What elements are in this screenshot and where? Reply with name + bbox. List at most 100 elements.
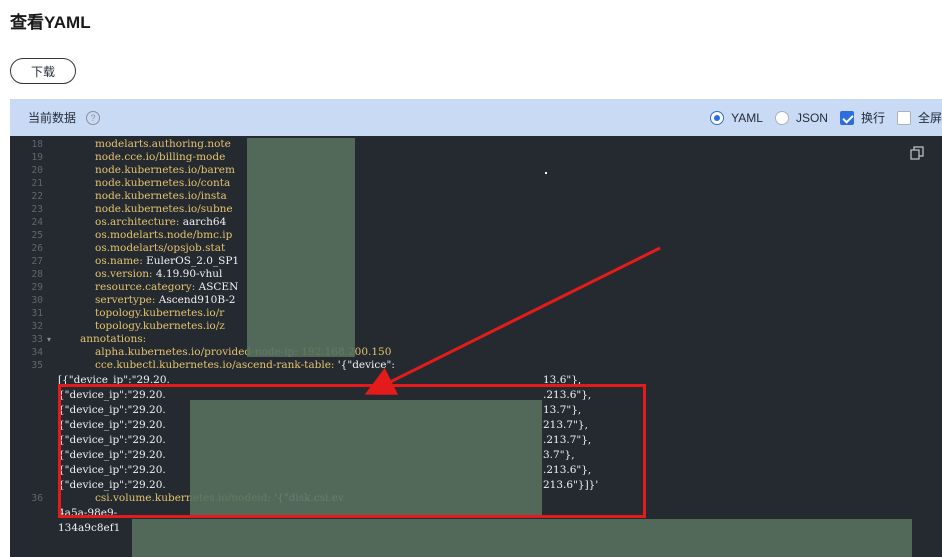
code-line: 30 servertype: Ascend910B-2 [10, 294, 942, 307]
code-key: topology.kubernetes.io/r [95, 307, 225, 319]
editor-toolbar: 当前数据 ? YAML JSON 换行 全屏 [10, 99, 942, 136]
code-key: node.kubernetes.io/conta [95, 177, 231, 189]
code-line: 23 node.kubernetes.io/subne [10, 203, 942, 216]
line-number: 33 [31, 334, 43, 345]
code-text: servertype: Ascend910B-2 [95, 294, 235, 307]
code-key: modelarts.authoring.note [95, 138, 231, 150]
line-number: 25 [31, 230, 43, 241]
code-key: topology.kubernetes.io/z [95, 320, 225, 332]
json-radio-option[interactable]: JSON [774, 110, 828, 125]
code-text: node.cce.io/billing-mode [95, 151, 225, 164]
code-line: 34 alpha.kubernetes.io/provided-node-ip: … [10, 346, 942, 359]
code-line: 25 os.modelarts.node/bmc.ip [10, 229, 942, 242]
redacted-region [132, 519, 912, 557]
code-line: 22 node.kubernetes.io/insta [10, 190, 942, 203]
line-number: 30 [31, 295, 43, 306]
code-line: 24 os.architecture: aarch64 [10, 216, 942, 229]
line-number: 36 [31, 493, 43, 504]
code-key: os.modelarts/opsjob.stat [95, 242, 226, 254]
code-line: 21 node.kubernetes.io/conta [10, 177, 942, 190]
code-value: aarch64 [182, 216, 227, 228]
copy-icon[interactable] [910, 146, 924, 160]
code-key: node.kubernetes.io/subne [95, 203, 233, 215]
page-title: 查看YAML [10, 13, 91, 32]
download-button[interactable]: 下载 [10, 58, 76, 84]
code-text: os.modelarts.node/bmc.ip [95, 229, 232, 242]
code-key: servertype: [95, 294, 159, 306]
code-line: 20 node.kubernetes.io/barem [10, 164, 942, 177]
line-number: 27 [31, 256, 43, 267]
code-text: topology.kubernetes.io/r [95, 307, 224, 320]
code-value: 134a9c8ef1 [58, 522, 121, 534]
fullscreen-checkbox[interactable] [896, 110, 911, 125]
code-line: 27 os.name: EulerOS_2.0_SP1 [10, 255, 942, 268]
code-line: 35 cce.kubectl.kubernetes.io/ascend-rank-… [10, 359, 942, 372]
code-text: os.version: 4.19.90-vhul [95, 268, 222, 281]
code-key: node.cce.io/billing-mode [95, 151, 226, 163]
code-value: 4.19.90-vhul [155, 268, 223, 280]
question-circle-icon[interactable]: ? [86, 110, 101, 125]
stray-dot [545, 172, 547, 174]
code-key: os.name: [95, 255, 147, 267]
code-value: '{"device": [337, 359, 395, 371]
line-number: 32 [31, 321, 43, 332]
code-text: modelarts.authoring.note [95, 138, 231, 151]
line-number: 34 [31, 347, 43, 358]
code-value: EulerOS_2.0_SP1 [146, 255, 240, 267]
code-line: 18 modelarts.authoring.note [10, 138, 942, 151]
code-text: os.name: EulerOS_2.0_SP1 [95, 255, 239, 268]
code-line: 28 os.version: 4.19.90-vhul [10, 268, 942, 281]
code-key: node.kubernetes.io/barem [95, 164, 235, 176]
json-radio[interactable] [774, 110, 789, 125]
code-key: os.version: [95, 268, 156, 280]
wrap-checkbox[interactable] [839, 110, 854, 125]
line-number: 22 [31, 191, 43, 202]
code-key: annotations: [80, 333, 147, 345]
code-text: resource.category: ASCEN [95, 281, 238, 294]
code-key: node.kubernetes.io/insta [95, 190, 227, 202]
code-line: 33 ▾ annotations: [10, 333, 942, 346]
code-line: 29 resource.category: ASCEN [10, 281, 942, 294]
current-data-label: 当前数据 [28, 111, 77, 125]
wrap-checkbox-label: 换行 [860, 111, 885, 125]
line-number: 20 [31, 165, 43, 176]
code-text: os.modelarts/opsjob.stat [95, 242, 225, 255]
code-text: annotations: [80, 333, 146, 346]
redacted-region [247, 138, 355, 357]
fullscreen-checkbox-option[interactable]: 全屏 [896, 109, 942, 126]
line-number: 29 [31, 282, 43, 293]
code-key: os.architecture: [95, 216, 183, 228]
line-number: 24 [31, 217, 43, 228]
line-number: 28 [31, 269, 43, 280]
highlight-box [58, 384, 646, 518]
code-line: 32 topology.kubernetes.io/z [10, 320, 942, 333]
code-text: node.kubernetes.io/conta [95, 177, 230, 190]
code-value: Ascend910B-2 [158, 294, 236, 306]
yaml-radio-option[interactable]: YAML [710, 110, 763, 125]
code-text: os.architecture: aarch64 [95, 216, 226, 229]
line-number: 18 [31, 139, 43, 150]
code-key: cce.kubectl.kubernetes.io/ascend-rank-ta… [95, 359, 338, 371]
code-text: 134a9c8ef1 [58, 522, 120, 535]
code-line: 26 os.modelarts/opsjob.stat [10, 242, 942, 255]
line-number: 26 [31, 243, 43, 254]
fullscreen-checkbox-label: 全屏 [917, 111, 942, 125]
code-line: 19 node.cce.io/billing-mode [10, 151, 942, 164]
line-number: 23 [31, 204, 43, 215]
line-number: 21 [31, 178, 43, 189]
yaml-radio[interactable] [710, 110, 725, 125]
code-value: ASCEN [198, 281, 239, 293]
fold-toggle-icon[interactable]: ▾ [47, 333, 51, 346]
code-text: topology.kubernetes.io/z [95, 320, 225, 333]
code-text: node.kubernetes.io/barem [95, 164, 235, 177]
wrap-checkbox-option[interactable]: 换行 [839, 109, 885, 126]
code-line: 31 topology.kubernetes.io/r [10, 307, 942, 320]
line-number: 19 [31, 152, 43, 163]
code-text: cce.kubectl.kubernetes.io/ascend-rank-ta… [95, 359, 395, 372]
code-text: node.kubernetes.io/subne [95, 203, 233, 216]
code-key: resource.category: [95, 281, 199, 293]
line-number: 31 [31, 308, 43, 319]
code-key: os.modelarts.node/bmc.ip [95, 229, 233, 241]
yaml-radio-label: YAML [731, 110, 763, 125]
line-number: 35 [31, 360, 43, 371]
